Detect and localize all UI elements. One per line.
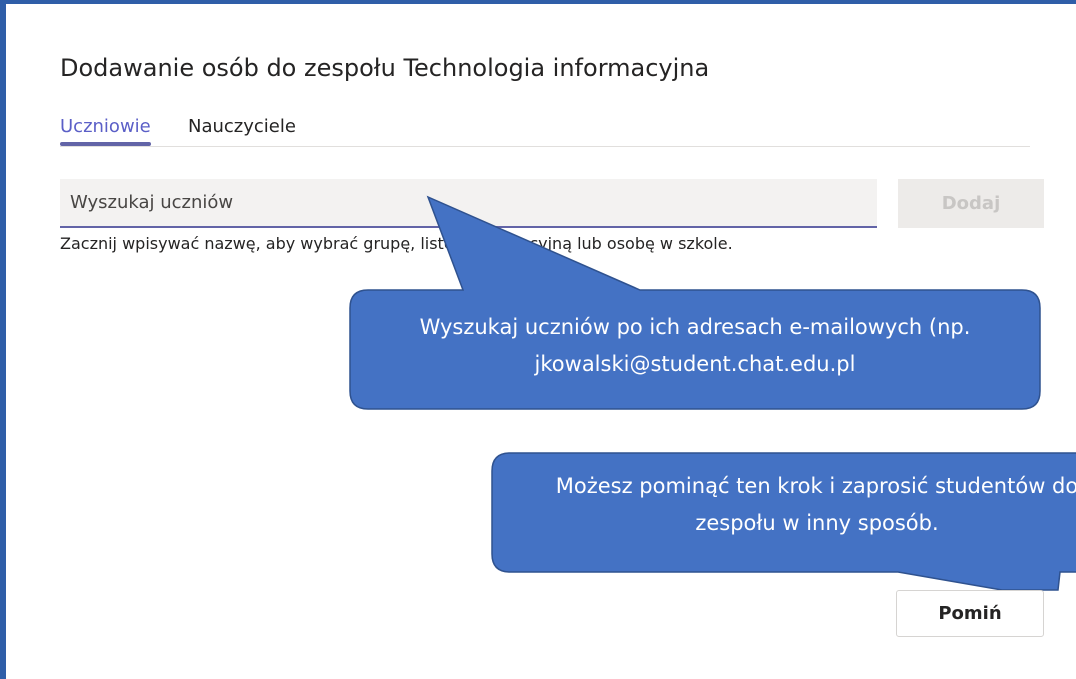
callout-2-line-2: zespołu w inny sposób. [695, 511, 939, 535]
skip-button[interactable]: Pomiń [896, 590, 1044, 637]
callout-2-text: Możesz pominąć ten krok i zaprosić stude… [492, 468, 1076, 542]
callout-1-line-2: jkowalski@student.chat.edu.pl [534, 352, 856, 376]
callout-1-line-1: Wyszukaj uczniów po ich adresach e-mailo… [419, 315, 971, 339]
callout-2-line-1: Możesz pominąć ten krok i zaprosić stude… [555, 474, 1076, 498]
callout-1-text: Wyszukaj uczniów po ich adresach e-mailo… [350, 309, 1040, 409]
